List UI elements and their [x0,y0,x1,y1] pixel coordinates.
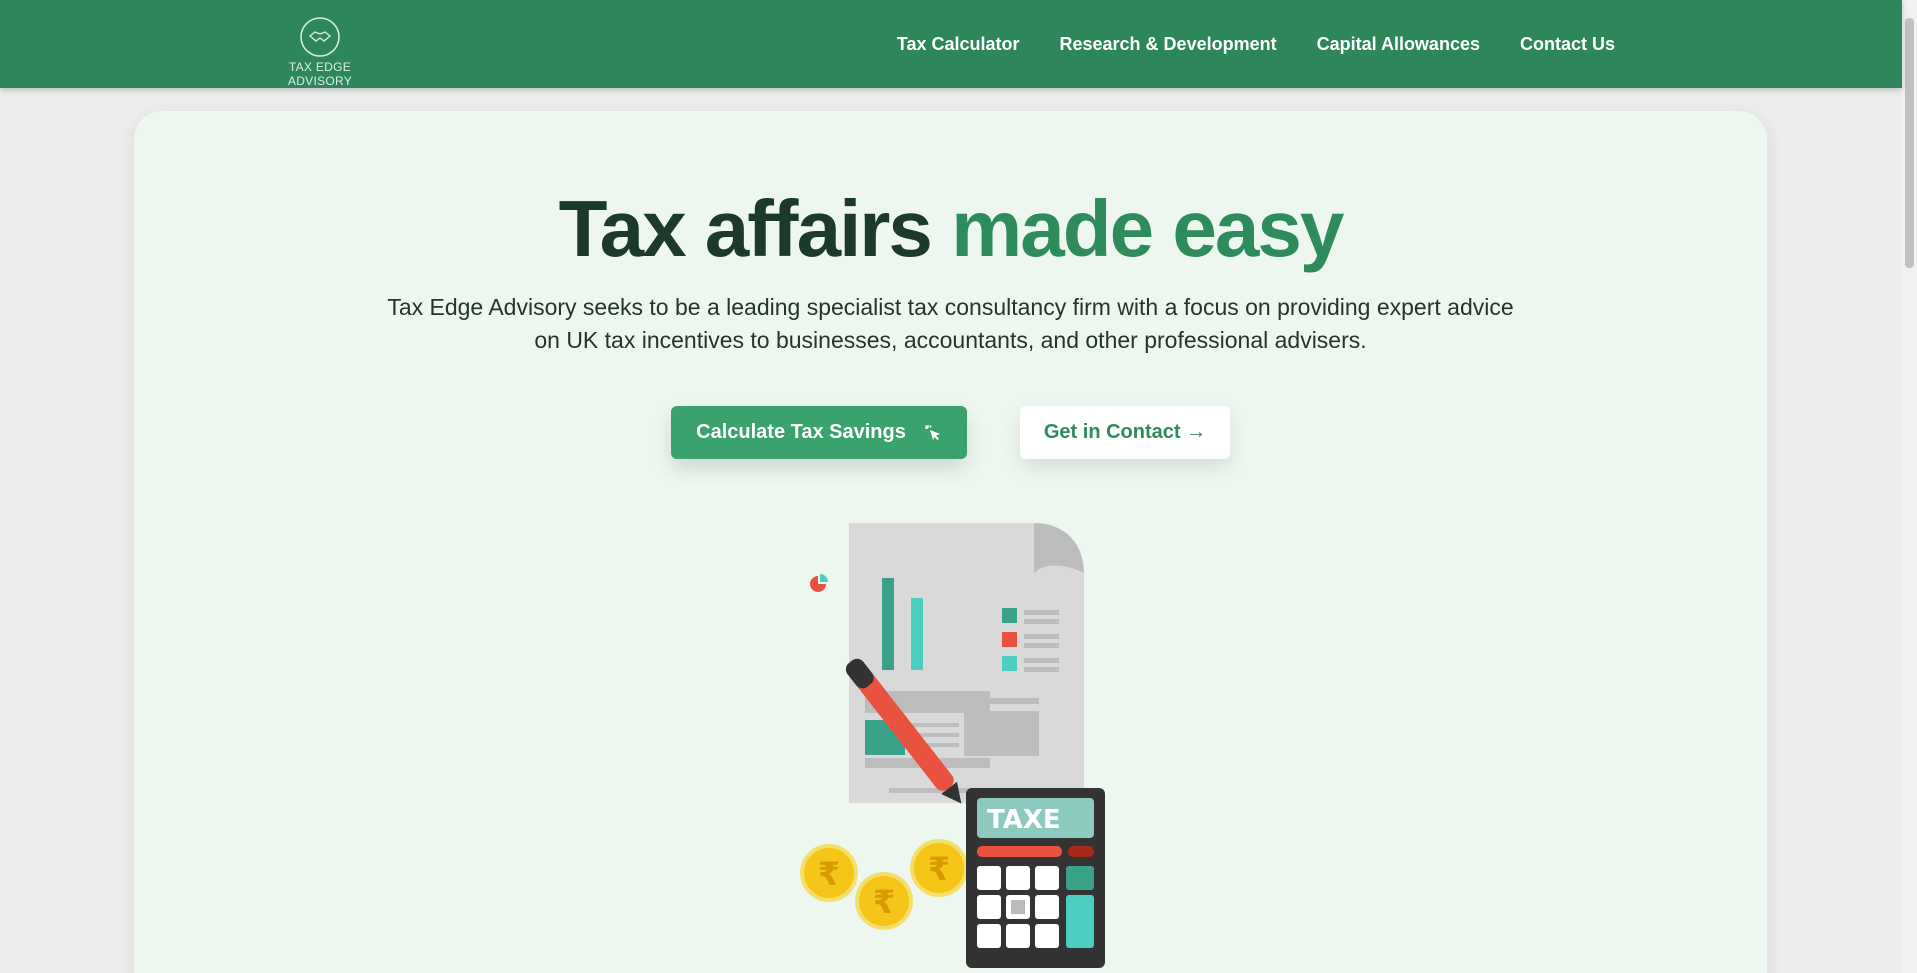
hero-title: Tax affairs made easy [134,183,1767,275]
nav-research-development[interactable]: Research & Development [1060,34,1277,55]
nav-contact-us[interactable]: Contact Us [1520,34,1615,55]
svg-text:₹: ₹ [873,883,895,921]
button-label: Calculate Tax Savings [696,421,906,443]
tax-illustration: ₹ ₹ ₹ TAXE [800,523,1105,968]
hero-card: Tax affairs made easy Tax Edge Advisory … [134,111,1767,973]
scrollbar[interactable] [1902,0,1917,973]
cursor-click-icon [924,424,940,440]
nav-capital-allowances[interactable]: Capital Allowances [1317,34,1480,55]
scrollbar-thumb[interactable] [1905,18,1914,268]
svg-text:₹: ₹ [928,850,950,888]
calculate-tax-savings-button[interactable]: Calculate Tax Savings [671,406,967,459]
calculator-text: TAXE [987,805,1061,835]
hero-description: Tax Edge Advisory seeks to be a leading … [387,294,1514,353]
nav-tax-calculator[interactable]: Tax Calculator [897,34,1020,55]
top-navbar: TAX EDGE ADVISORY Tax Calculator Researc… [0,0,1902,88]
title-dark: Tax affairs [558,184,933,273]
logo[interactable]: TAX EDGE ADVISORY [262,16,378,88]
get-in-contact-button[interactable]: Get in Contact → [1020,406,1230,459]
logo-text: TAX EDGE ADVISORY [287,60,353,88]
title-green: made easy [951,184,1344,273]
handshake-icon [300,17,340,57]
svg-text:₹: ₹ [818,855,840,893]
